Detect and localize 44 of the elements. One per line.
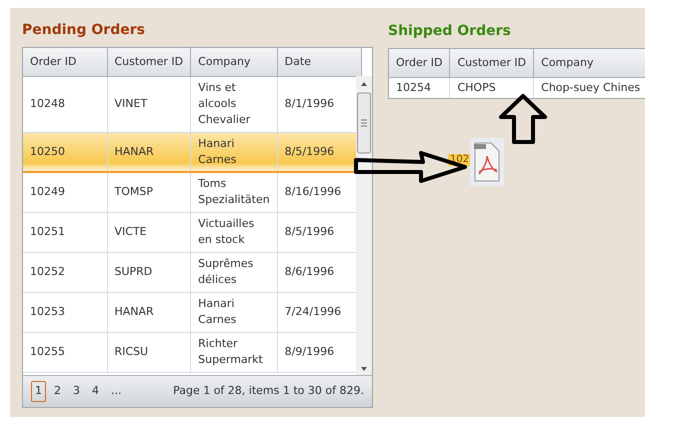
table-cell: Toms Spezialitäten: [190, 172, 278, 212]
table-cell: Vins et alcools Chevalier: [190, 76, 278, 132]
column-header[interactable]: Customer ID: [450, 49, 534, 77]
table-cell: 10250: [23, 132, 107, 172]
table-cell: TOMSP: [107, 172, 191, 212]
table-cell: HANAR: [107, 132, 191, 172]
column-header[interactable]: Company: [190, 48, 278, 76]
grid-title: Shipped Orders: [388, 22, 511, 41]
column-header[interactable]: Customer ID: [107, 48, 191, 76]
table-cell: 10248: [23, 76, 107, 132]
arrow-icon: [498, 93, 548, 145]
page-link[interactable]: 4: [88, 381, 103, 402]
table-cell: Chop-suey Chines: [534, 77, 645, 98]
table-cell: 10249: [23, 172, 107, 212]
table-cell: 10253: [23, 292, 107, 332]
column-header[interactable]: Company: [534, 49, 645, 77]
pager-info: Page 1 of 28, items 1 to 30 of 829.: [173, 383, 364, 400]
column-header[interactable]: Order ID: [23, 48, 107, 76]
table-cell: Richter Supermarkt: [190, 332, 278, 372]
table-cell: CHOPS: [450, 77, 534, 98]
table-cell: Hanari Carnes: [190, 292, 278, 332]
table-cell: 10254: [389, 77, 450, 98]
table-cell: Hanari Carnes: [190, 132, 278, 172]
table-cell: HANAR: [107, 292, 191, 332]
table-cell: VINET: [107, 76, 191, 132]
table-cell: 10255: [23, 332, 107, 372]
page-link[interactable]: 1: [31, 381, 46, 402]
table-cell: 10252: [23, 252, 107, 292]
scrollbar[interactable]: [356, 76, 372, 376]
arrow-icon: [353, 150, 468, 184]
table-cell: 10251: [23, 212, 107, 252]
table-cell: RICSU: [107, 332, 191, 372]
table-cell: Suprêmes délices: [190, 252, 278, 292]
pdf-file-icon: [470, 138, 504, 186]
table-cell: VICTE: [107, 212, 191, 252]
column-header[interactable]: Date: [277, 48, 362, 76]
column-header[interactable]: Order ID: [389, 49, 450, 77]
table-cell: SUPRD: [107, 252, 191, 292]
table-cell: Victuailles en stock: [190, 212, 278, 252]
grid-title: Pending Orders: [22, 21, 145, 40]
table-row[interactable]: 10250 HANAR Hanari Carnes 8/5/1996: [23, 132, 362, 172]
page-link[interactable]: 2: [50, 381, 65, 402]
page-link[interactable]: ...: [107, 381, 126, 402]
page-link[interactable]: 3: [69, 381, 84, 402]
